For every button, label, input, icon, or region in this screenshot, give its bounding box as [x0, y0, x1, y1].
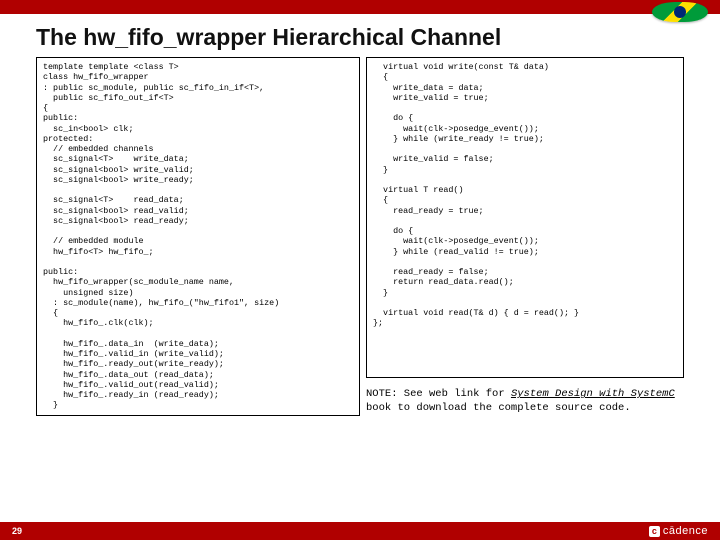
brazil-flag-decoration [652, 2, 708, 22]
code-right: virtual void write(const T& data) { writ… [366, 57, 684, 378]
top-accent-bar [0, 0, 720, 14]
brand-text: cādence [663, 525, 708, 537]
note-suffix: book to download the complete source cod… [366, 402, 631, 414]
page-number: 29 [12, 526, 22, 536]
note-link: System Design with SystemC [511, 388, 675, 400]
code-columns: template template <class T> class hw_fif… [0, 57, 720, 416]
download-note: NOTE: See web link for System Design wit… [366, 388, 684, 415]
slide-title: The hw_fifo_wrapper Hierarchical Channel [0, 14, 720, 57]
logo-icon: c [649, 526, 660, 537]
note-prefix: NOTE: See web link for [366, 388, 511, 400]
code-left: template template <class T> class hw_fif… [36, 57, 360, 416]
brand-logo: c cādence [649, 525, 708, 537]
footer-bar: 29 c cādence [0, 522, 720, 540]
